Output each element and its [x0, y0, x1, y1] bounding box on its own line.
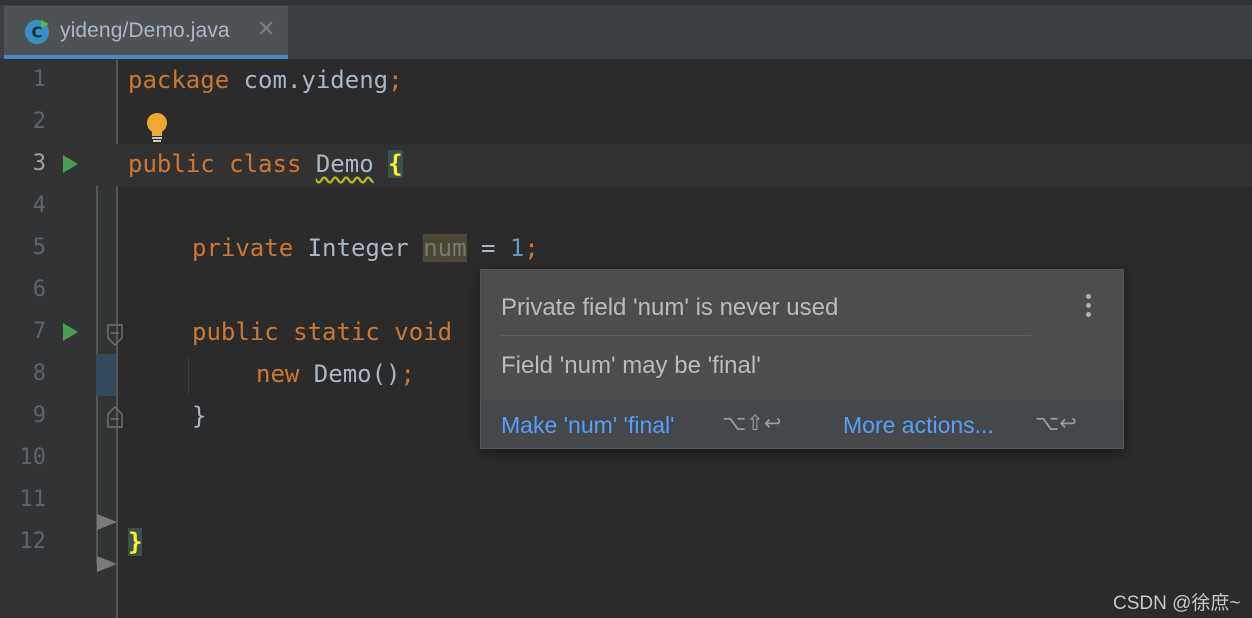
code-text: package com.yideng;	[128, 66, 403, 94]
code-text: public static void	[192, 318, 452, 346]
more-options-icon[interactable]	[1086, 294, 1092, 322]
run-icon[interactable]	[63, 155, 78, 173]
editor-tab-demo-java[interactable]: C yideng/Demo.java ✕	[4, 6, 288, 59]
keyword: new	[256, 360, 300, 388]
tab-label: yideng/Demo.java	[60, 19, 230, 42]
semicolon: ;	[388, 66, 403, 94]
number-literal: 1	[509, 234, 525, 262]
semicolon: ;	[400, 360, 415, 388]
lightbulb-icon[interactable]	[144, 112, 170, 146]
indent-guide	[188, 356, 189, 394]
code-text: }	[128, 528, 143, 556]
make-final-action[interactable]: Make 'num' 'final'	[501, 412, 675, 439]
line-number: 11	[19, 487, 47, 512]
svg-text:C: C	[31, 24, 42, 42]
popup-actions-bar: Make 'num' 'final' ⌥⇧↩ More actions... ⌥…	[481, 400, 1123, 448]
semicolon: ;	[524, 234, 539, 262]
line-number: 12	[19, 529, 47, 554]
fold-icon[interactable]	[106, 406, 124, 428]
close-icon[interactable]: ✕	[257, 17, 275, 42]
inspection-message-unused: Private field 'num' is never used	[501, 294, 839, 321]
line-number: 4	[32, 193, 46, 218]
watermark: CSDN @徐庶~	[1113, 593, 1241, 614]
fold-icon[interactable]	[106, 324, 124, 346]
run-icon[interactable]	[63, 323, 78, 341]
code-text: }	[192, 402, 206, 430]
keyword: public class	[128, 150, 302, 178]
type-name: Integer	[293, 234, 424, 262]
constructor-call: Demo()	[299, 360, 401, 388]
tab-bar-top-strip	[0, 0, 1252, 5]
line-number: 7	[32, 319, 46, 344]
line-number: 2	[32, 109, 46, 134]
line-number: 10	[19, 445, 47, 470]
make-final-shortcut: ⌥⇧↩	[722, 411, 782, 435]
line-number: 5	[32, 235, 46, 260]
operator: =	[466, 234, 510, 262]
code-line-11[interactable]: 11	[0, 480, 1252, 522]
keyword: private	[192, 234, 294, 262]
line-number: 9	[32, 403, 46, 428]
editor-tab-bar: C yideng/Demo.java ✕	[0, 0, 1252, 60]
code-text: new Demo();	[256, 360, 415, 388]
code-line-2[interactable]: 2	[0, 102, 1252, 144]
popup-divider	[501, 335, 1031, 336]
brace: }	[192, 402, 207, 430]
code-text: public class Demo {	[128, 150, 403, 178]
code-line-12[interactable]: 12 }	[0, 522, 1252, 564]
code-line-4[interactable]: 4	[0, 186, 1252, 228]
java-class-icon: C	[25, 20, 49, 44]
line-number: 1	[32, 67, 46, 92]
keyword: public static void	[192, 318, 453, 346]
brace: }	[128, 528, 143, 556]
code-line-1[interactable]: 1 package com.yideng;	[0, 60, 1252, 102]
line-number: 3	[32, 151, 46, 176]
code-text: private Integer num = 1;	[192, 234, 539, 262]
unused-field: num	[423, 234, 467, 262]
code-line-3[interactable]: 3 public class Demo {	[0, 144, 1252, 186]
package-name: com.yideng	[229, 66, 389, 94]
keyword: package	[128, 66, 230, 94]
vcs-arrow-icon	[97, 556, 117, 572]
line-number: 6	[32, 277, 46, 302]
more-actions-link[interactable]: More actions...	[843, 412, 994, 439]
class-name: Demo	[315, 150, 374, 178]
code-line-5[interactable]: 5 private Integer num = 1;	[0, 228, 1252, 270]
inspection-popup: Private field 'num' is never used Field …	[480, 269, 1124, 449]
brace: {	[388, 150, 403, 178]
inspection-message-final: Field 'num' may be 'final'	[501, 352, 761, 379]
line-number: 8	[32, 361, 46, 386]
more-actions-shortcut: ⌥↩	[1035, 411, 1077, 435]
